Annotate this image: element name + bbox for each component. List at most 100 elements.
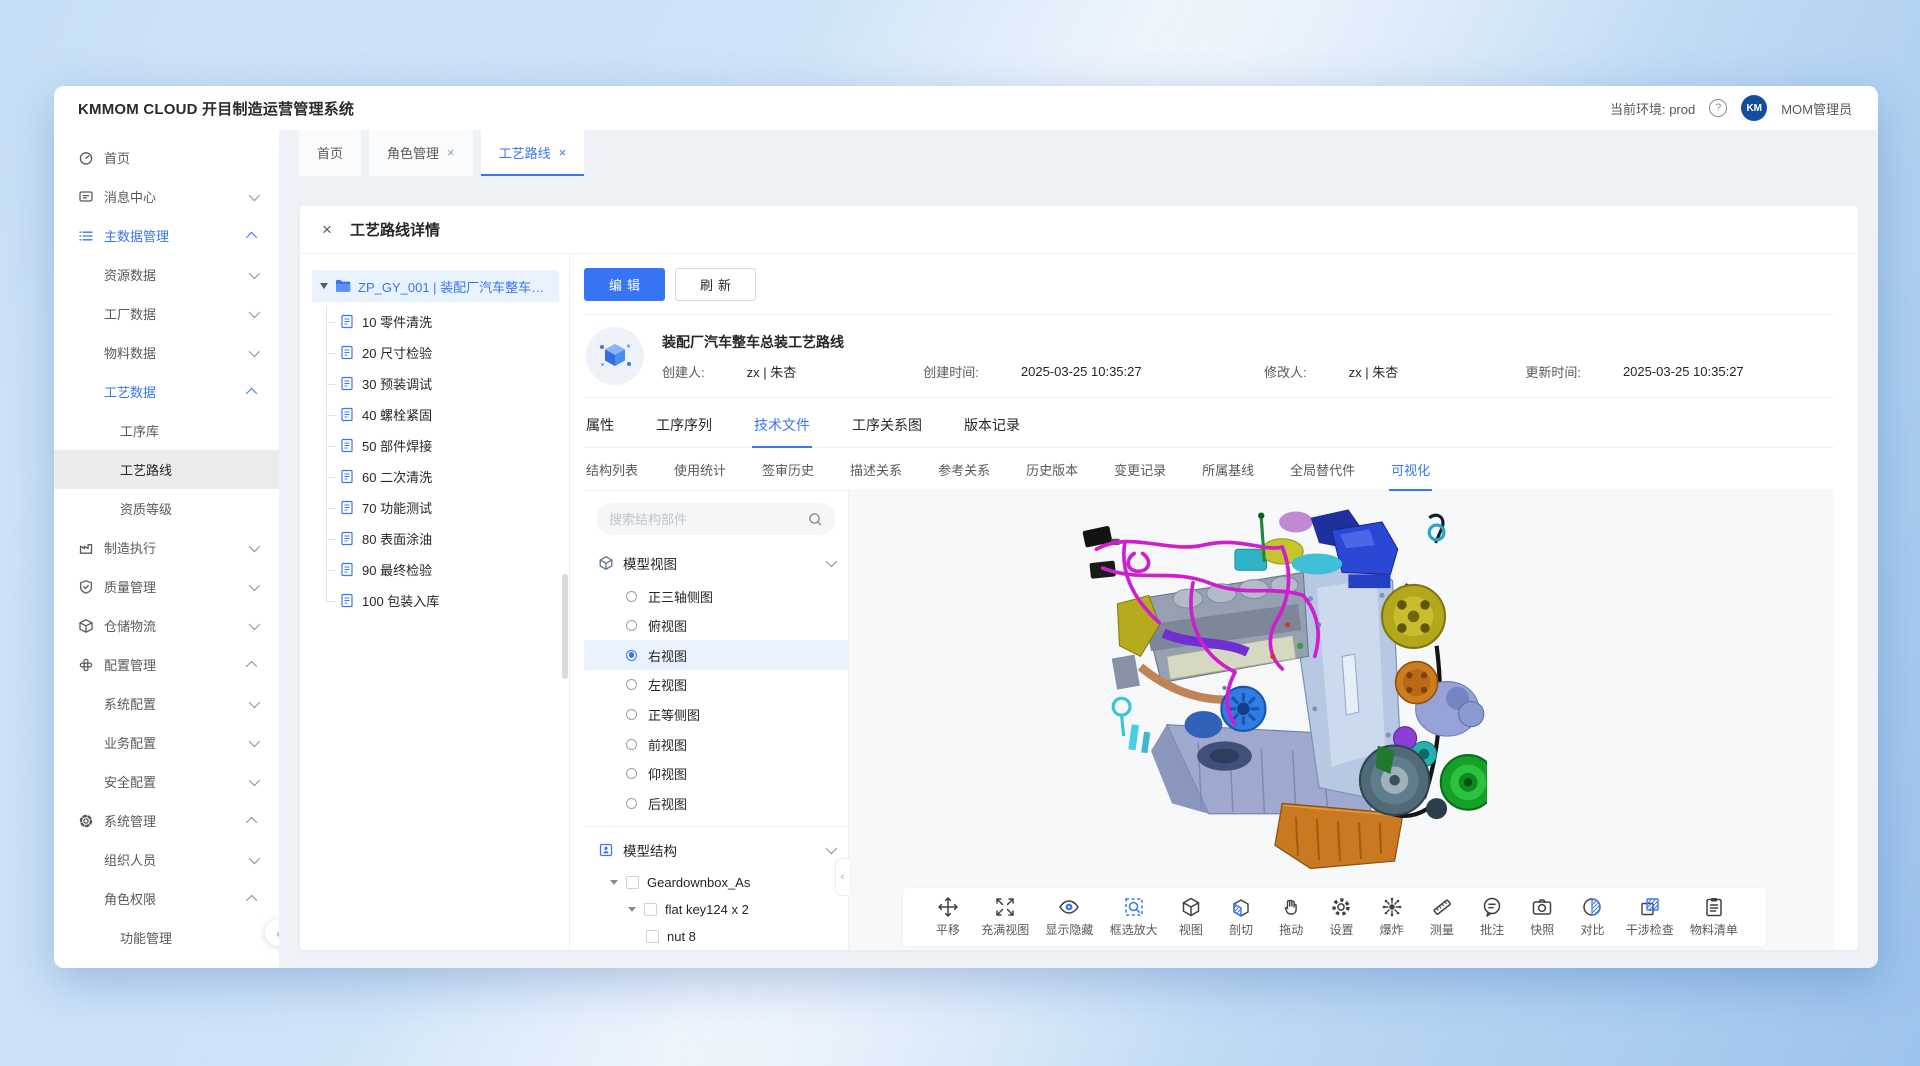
explode-tool[interactable]: 爆炸 bbox=[1375, 896, 1409, 938]
close-icon[interactable]: × bbox=[322, 221, 332, 238]
pan-tool[interactable]: 平移 bbox=[931, 896, 965, 938]
tab-version-history[interactable]: 版本记录 bbox=[962, 402, 1022, 448]
checkbox-icon[interactable] bbox=[646, 930, 659, 943]
sidebar-item-process-route[interactable]: 工艺路线 bbox=[54, 450, 279, 489]
help-icon[interactable]: ? bbox=[1709, 99, 1727, 117]
view-option-bottom[interactable]: 仰视图 bbox=[584, 759, 848, 789]
tab-operation-relation-diagram[interactable]: 工序关系图 bbox=[850, 402, 924, 448]
tab-attributes[interactable]: 属性 bbox=[584, 402, 616, 448]
sidebar-item-role-permission[interactable]: 角色权限 bbox=[54, 879, 279, 918]
structure-node-geardownbox[interactable]: Geardownbox_As bbox=[584, 869, 848, 896]
subtab-structure-list[interactable]: 结构列表 bbox=[584, 448, 640, 491]
view-option-isometric[interactable]: 正三轴侧图 bbox=[584, 581, 848, 611]
sidebar-item-role-management[interactable]: 角色管理 bbox=[54, 957, 279, 968]
subtab-baseline[interactable]: 所属基线 bbox=[1200, 448, 1256, 491]
close-icon[interactable]: × bbox=[447, 145, 455, 160]
tree-node-operation[interactable]: 10 零件清洗 bbox=[340, 306, 559, 337]
view-option-left[interactable]: 左视图 bbox=[584, 670, 848, 700]
tab-operation-sequence[interactable]: 工序序列 bbox=[654, 402, 714, 448]
sidebar-item-system-config[interactable]: 系统配置 bbox=[54, 684, 279, 723]
sidebar-item-org-personnel[interactable]: 组织人员 bbox=[54, 840, 279, 879]
gear-icon bbox=[1330, 896, 1352, 918]
view-option-front[interactable]: 前视图 bbox=[584, 729, 848, 759]
avatar[interactable]: KM bbox=[1741, 95, 1767, 121]
sidebar-item-home[interactable]: 首页 bbox=[54, 138, 279, 177]
sidebar-item-manufacturing-execution[interactable]: 制造执行 bbox=[54, 528, 279, 567]
sidebar-item-process-data[interactable]: 工艺数据 bbox=[54, 372, 279, 411]
compare-tool[interactable]: 对比 bbox=[1575, 896, 1609, 938]
sidebar-item-business-config[interactable]: 业务配置 bbox=[54, 723, 279, 762]
bom-tool[interactable]: 物料清单 bbox=[1690, 896, 1738, 938]
search-input[interactable] bbox=[609, 512, 808, 527]
panel-collapse-handle[interactable]: ‹ bbox=[835, 858, 849, 896]
snapshot-tool[interactable]: 快照 bbox=[1525, 896, 1559, 938]
tab-home[interactable]: 首页 bbox=[299, 130, 361, 176]
sidebar-item-qualification-level[interactable]: 资质等级 bbox=[54, 489, 279, 528]
edit-button[interactable]: 编辑 bbox=[584, 268, 665, 301]
refresh-button[interactable]: 刷新 bbox=[675, 268, 756, 301]
tab-process-route[interactable]: 工艺路线 × bbox=[481, 130, 585, 176]
tree-node-operation[interactable]: 40 螺栓紧固 bbox=[340, 399, 559, 430]
interference-check-tool[interactable]: 干涉检查 bbox=[1626, 896, 1674, 938]
tree-node-operation[interactable]: 70 功能测试 bbox=[340, 492, 559, 523]
tree-node-operation[interactable]: 60 二次清洗 bbox=[340, 461, 559, 492]
tree-node-operation[interactable]: 50 部件焊接 bbox=[340, 430, 559, 461]
process-tree-panel: ZP_GY_001 | 装配厂汽车整车总装... 10 零件清洗 20 尺寸检验… bbox=[300, 254, 570, 950]
scrollbar-thumb[interactable] bbox=[562, 574, 568, 679]
structure-node-flat-key[interactable]: flat key124 x 2 bbox=[584, 896, 848, 923]
sidebar-item-function-management[interactable]: 功能管理 bbox=[54, 918, 279, 957]
section-tool[interactable]: 剖切 bbox=[1224, 896, 1258, 938]
model-viewport[interactable]: 平移 充满视图 显示隐藏 bbox=[849, 491, 1834, 950]
subtab-change-record[interactable]: 变更记录 bbox=[1112, 448, 1168, 491]
view-tool[interactable]: 视图 bbox=[1174, 896, 1208, 938]
sidebar-item-resource-data[interactable]: 资源数据 bbox=[54, 255, 279, 294]
field-value: 2025-03-25 10:35:27 bbox=[1623, 364, 1744, 379]
sidebar-item-security-config[interactable]: 安全配置 bbox=[54, 762, 279, 801]
sidebar-item-quality-management[interactable]: 质量管理 bbox=[54, 567, 279, 606]
tab-technical-documents[interactable]: 技术文件 bbox=[752, 402, 812, 448]
tree-node-operation[interactable]: 20 尺寸检验 bbox=[340, 337, 559, 368]
tab-role-management[interactable]: 角色管理 × bbox=[369, 130, 473, 176]
model-structure-section-header[interactable]: 模型结构 bbox=[584, 831, 848, 869]
checkbox-icon[interactable] bbox=[644, 903, 657, 916]
subtab-description-relation[interactable]: 描述关系 bbox=[848, 448, 904, 491]
subtab-usage-statistics[interactable]: 使用统计 bbox=[672, 448, 728, 491]
view-option-back[interactable]: 后视图 bbox=[584, 788, 848, 818]
interference-icon bbox=[1639, 896, 1661, 918]
marquee-zoom-tool[interactable]: 框选放大 bbox=[1110, 896, 1158, 938]
view-option-isometric-front[interactable]: 正等侧图 bbox=[584, 700, 848, 730]
expand-icon bbox=[994, 896, 1016, 918]
sidebar-item-factory-data[interactable]: 工厂数据 bbox=[54, 294, 279, 333]
drag-tool[interactable]: 拖动 bbox=[1274, 896, 1308, 938]
tree-node-operation[interactable]: 100 包装入库 bbox=[340, 585, 559, 616]
tree-node-operation[interactable]: 80 表面涂油 bbox=[340, 523, 559, 554]
subtab-reference-relation[interactable]: 参考关系 bbox=[936, 448, 992, 491]
sidebar-item-configuration-management[interactable]: 配置管理 bbox=[54, 645, 279, 684]
sidebar-item-operation-library[interactable]: 工序库 bbox=[54, 411, 279, 450]
show-hide-tool[interactable]: 显示隐藏 bbox=[1045, 896, 1093, 938]
document-icon bbox=[340, 531, 354, 546]
structure-icon bbox=[598, 842, 614, 858]
sidebar-item-system-management[interactable]: 系统管理 bbox=[54, 801, 279, 840]
structure-node-nut[interactable]: nut 8 bbox=[584, 923, 848, 950]
model-views-section-header[interactable]: 模型视图 bbox=[584, 545, 848, 581]
tree-node-operation[interactable]: 30 预装调试 bbox=[340, 368, 559, 399]
settings-tool[interactable]: 设置 bbox=[1324, 896, 1358, 938]
tree-root-node[interactable]: ZP_GY_001 | 装配厂汽车整车总装... bbox=[312, 270, 559, 302]
fit-view-tool[interactable]: 充满视图 bbox=[981, 896, 1029, 938]
checkbox-icon[interactable] bbox=[626, 876, 639, 889]
view-option-right[interactable]: 右视图 bbox=[584, 640, 848, 670]
sidebar-item-material-data[interactable]: 物料数据 bbox=[54, 333, 279, 372]
view-option-top[interactable]: 俯视图 bbox=[584, 611, 848, 641]
sidebar-item-master-data[interactable]: 主数据管理 bbox=[54, 216, 279, 255]
subtab-global-substitute[interactable]: 全局替代件 bbox=[1288, 448, 1357, 491]
sidebar-item-message-center[interactable]: 消息中心 bbox=[54, 177, 279, 216]
sidebar-item-warehouse-logistics[interactable]: 仓储物流 bbox=[54, 606, 279, 645]
subtab-approval-history[interactable]: 签审历史 bbox=[760, 448, 816, 491]
subtab-visualization[interactable]: 可视化 bbox=[1389, 448, 1432, 491]
close-icon[interactable]: × bbox=[559, 145, 567, 160]
tree-node-operation[interactable]: 90 最终检验 bbox=[340, 554, 559, 585]
annotate-tool[interactable]: 批注 bbox=[1475, 896, 1509, 938]
subtab-history-version[interactable]: 历史版本 bbox=[1024, 448, 1080, 491]
measure-tool[interactable]: 测量 bbox=[1425, 896, 1459, 938]
